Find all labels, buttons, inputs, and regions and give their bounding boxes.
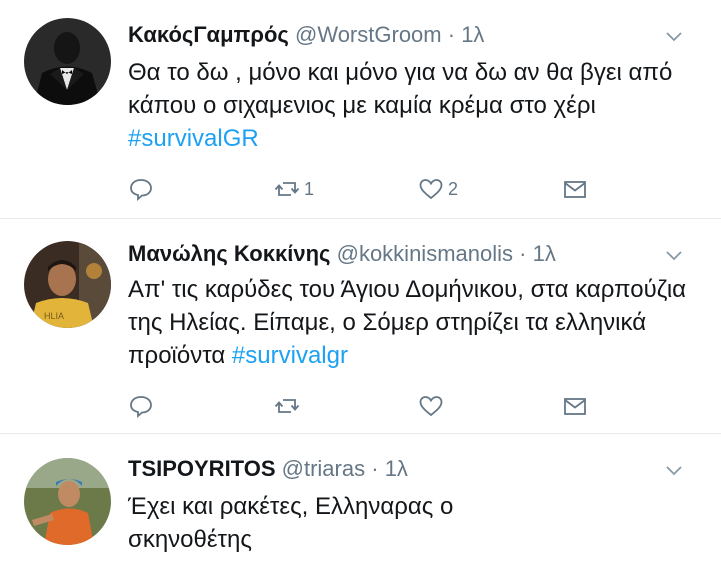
display-name[interactable]: Μανώλης Κοκκίνης <box>128 241 330 266</box>
reply-icon <box>130 179 152 201</box>
message-button[interactable] <box>562 392 588 420</box>
like-button[interactable]: 2 <box>418 175 458 203</box>
timestamp[interactable]: 1λ <box>533 241 556 266</box>
tweet-header: ΚακόςΓαμπρός @WorstGroom · 1λ <box>128 20 484 50</box>
avatar[interactable] <box>24 18 111 105</box>
message-icon <box>564 398 586 415</box>
display-name[interactable]: TSIPOYRITOS <box>128 456 276 481</box>
tweet-text: Έχει και ρακέτες, Ελληναρας ο σκηνοθέτης <box>128 490 548 556</box>
message-icon <box>564 181 586 198</box>
action-bar <box>128 392 598 420</box>
timestamp[interactable]: 1λ <box>461 22 484 47</box>
display-name[interactable]: ΚακόςΓαμπρός <box>128 22 289 47</box>
separator-dot: · <box>519 241 527 266</box>
timestamp[interactable]: 1λ <box>385 456 408 481</box>
retweet-button[interactable] <box>274 392 304 420</box>
reply-button[interactable] <box>128 392 158 420</box>
tweet-text: Θα το δω , μόνο και μόνο για να δω αν θα… <box>128 56 698 155</box>
retweet-count: 1 <box>304 178 315 199</box>
message-button[interactable] <box>562 175 588 203</box>
like-icon <box>419 396 443 417</box>
tweet-body: Απ' τις καρύδες του Άγιου Δομήνικου, στα… <box>128 276 687 369</box>
action-bar: 1 2 <box>128 175 598 203</box>
like-icon <box>419 179 443 200</box>
tweet-text: Απ' τις καρύδες του Άγιου Δομήνικου, στα… <box>128 273 698 372</box>
svg-text:HLIA: HLIA <box>44 311 64 321</box>
user-handle[interactable]: @WorstGroom <box>295 22 442 47</box>
separator-dot: · <box>371 456 379 481</box>
chevron-down-icon[interactable] <box>665 27 683 45</box>
avatar[interactable]: HLIA <box>24 241 111 328</box>
user-handle[interactable]: @triaras <box>282 456 365 481</box>
hashtag-link[interactable]: #survivalGR <box>128 125 259 152</box>
separator-dot: · <box>447 22 456 47</box>
reply-icon <box>130 396 152 418</box>
tweet-3[interactable]: TSIPOYRITOS @triaras · 1λ Έχει και ρακέτ… <box>0 434 721 565</box>
tweet-2[interactable]: HLIA Μανώλης Κοκκίνης @kokkinismanolis ·… <box>0 219 721 433</box>
retweet-icon <box>274 399 300 413</box>
like-count: 2 <box>448 178 459 199</box>
tweet-header: Μανώλης Κοκκίνης @kokkinismanolis · 1λ <box>128 239 556 269</box>
hashtag-link[interactable]: #survivalgr <box>232 342 348 369</box>
like-button[interactable] <box>418 392 448 420</box>
tweet-1[interactable]: ΚακόςΓαμπρός @WorstGroom · 1λ Θα το δω ,… <box>0 0 721 218</box>
tweet-body: Έχει και ρακέτες, Ελληναρας ο σκηνοθέτης <box>128 493 454 553</box>
tweet-body: Θα το δω , μόνο και μόνο για να δω αν θα… <box>128 59 673 119</box>
reply-button[interactable] <box>128 175 158 203</box>
user-handle[interactable]: @kokkinismanolis <box>337 241 513 266</box>
chevron-down-icon[interactable] <box>665 246 683 264</box>
retweet-icon <box>274 182 300 196</box>
tweet-header: TSIPOYRITOS @triaras · 1λ <box>128 454 408 484</box>
avatar[interactable] <box>24 458 111 545</box>
chevron-down-icon[interactable] <box>665 461 683 479</box>
retweet-button[interactable]: 1 <box>274 175 314 203</box>
